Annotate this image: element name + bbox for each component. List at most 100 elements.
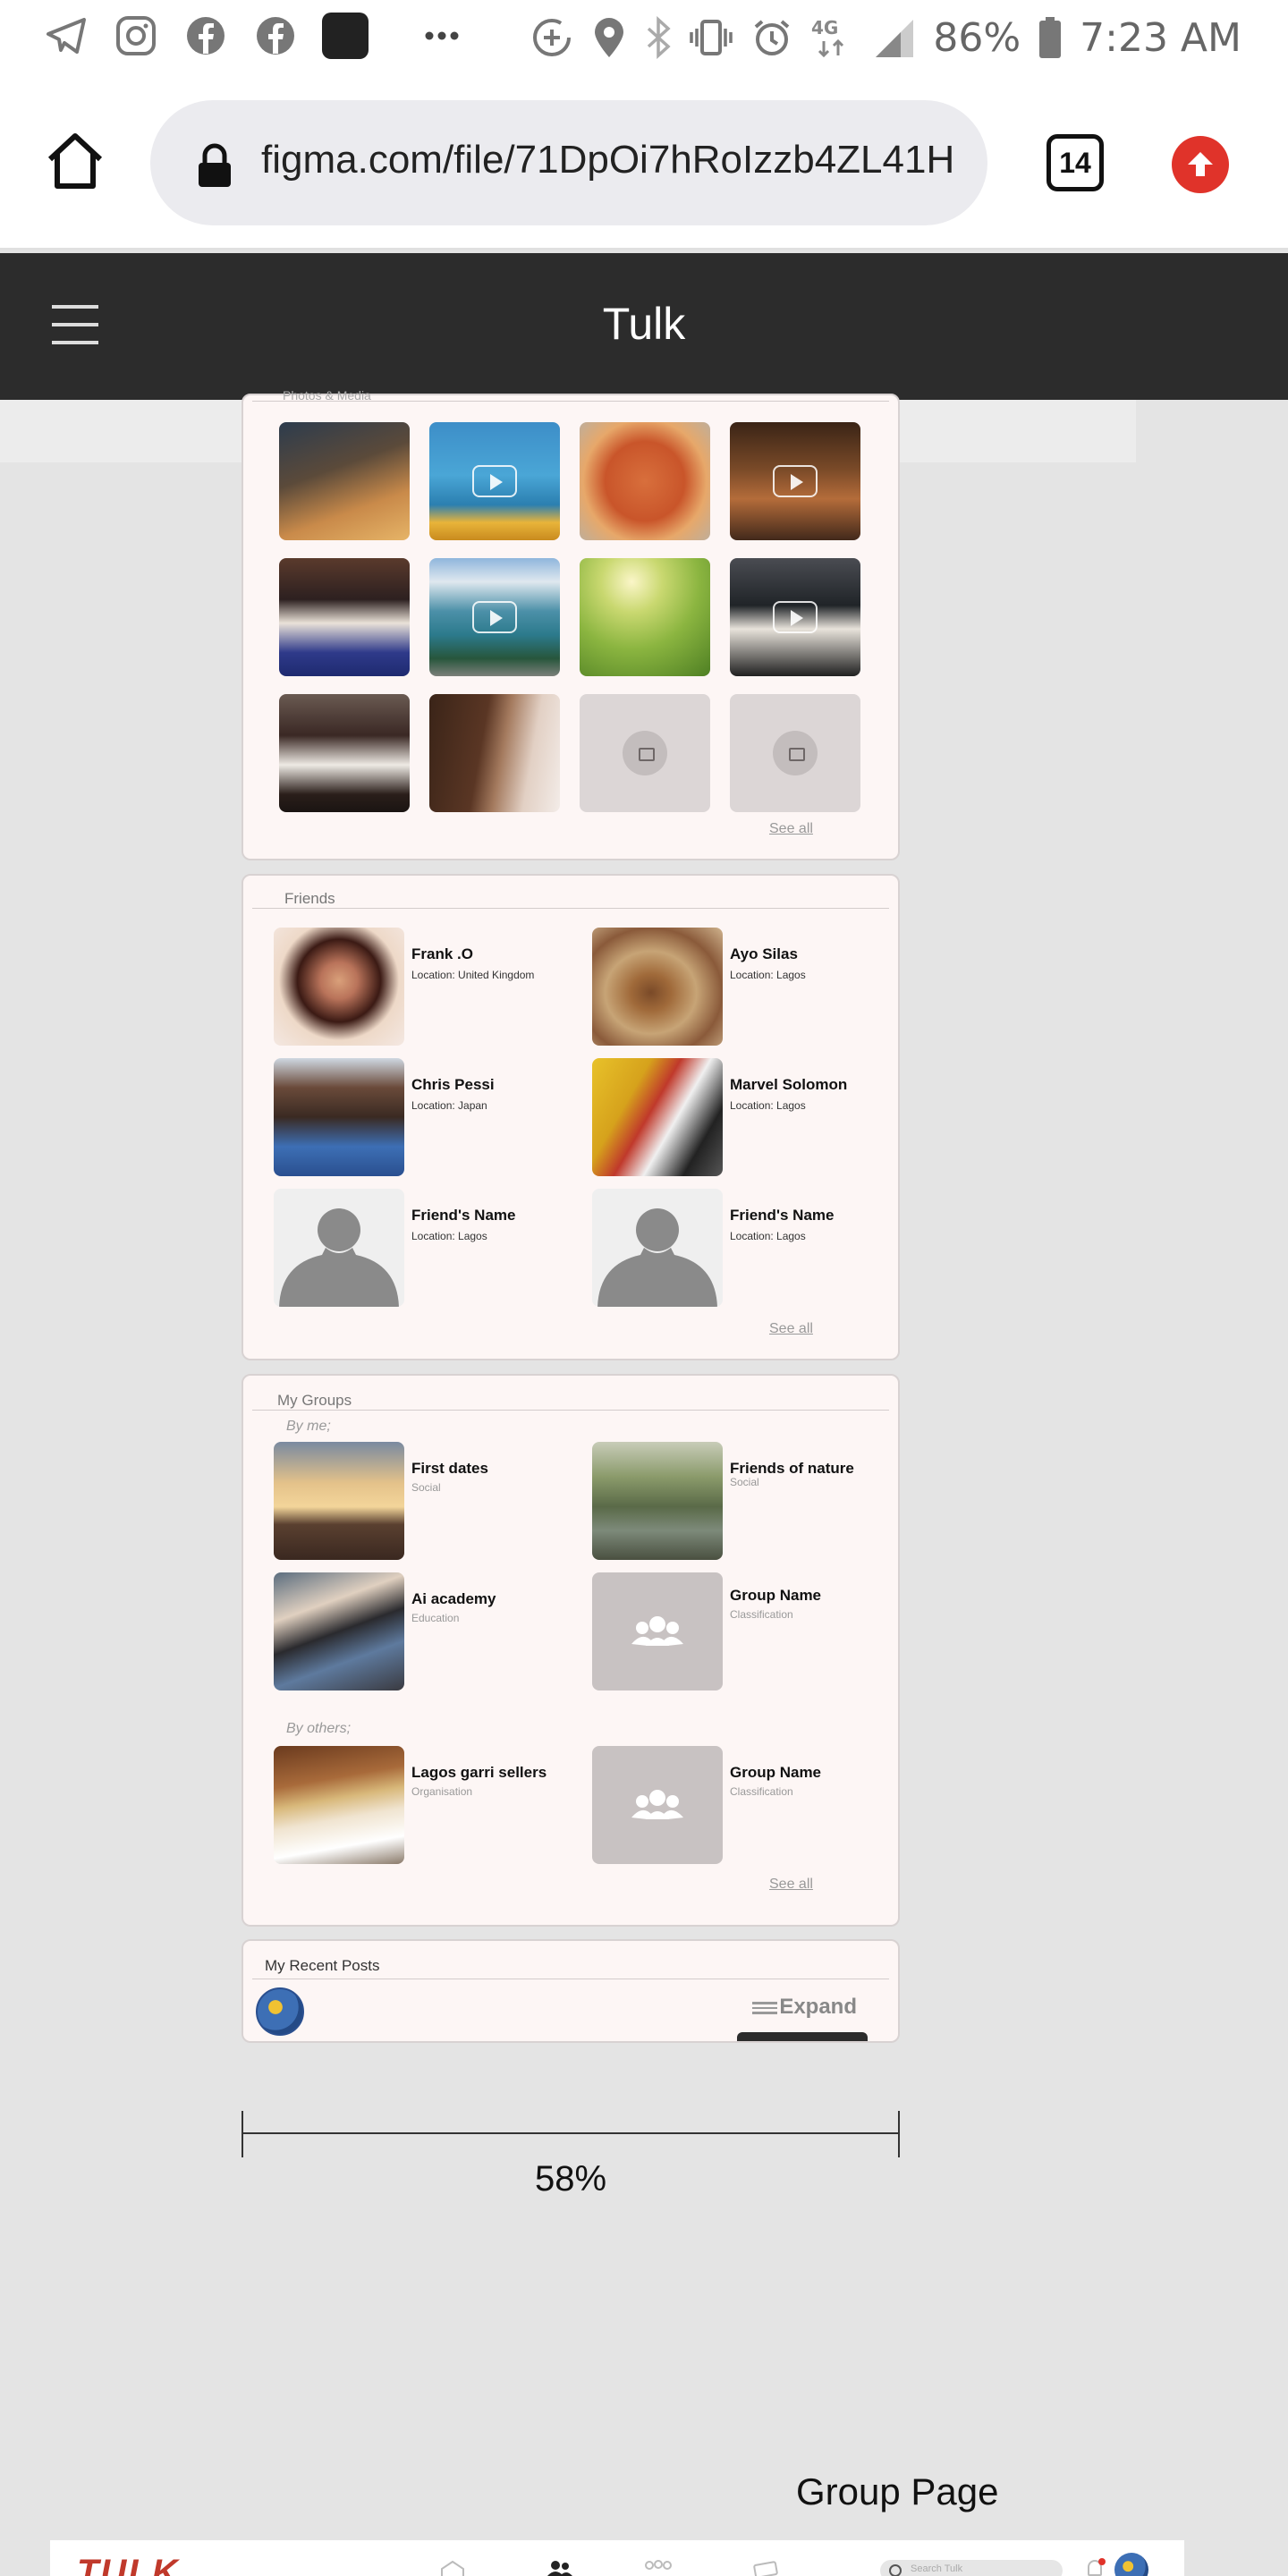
group-name[interactable]: Group Name: [730, 1587, 821, 1605]
photo-thumbnail[interactable]: [279, 694, 410, 812]
url-text: figma.com/file/71DpOi7hRoIzzb4ZL41H: [261, 138, 955, 182]
friends-section-title: Friends: [284, 890, 335, 907]
friend-name[interactable]: Friend's Name: [730, 1207, 834, 1224]
photo-thumbnail[interactable]: [429, 694, 560, 812]
frame-width-measure: [242, 2111, 900, 2157]
friend-avatar-placeholder[interactable]: [274, 1189, 404, 1307]
vibrate-icon: [690, 20, 733, 55]
video-thumbnail[interactable]: [429, 422, 560, 540]
media-placeholder[interactable]: [580, 694, 710, 812]
url-bar[interactable]: figma.com/file/71DpOi7hRoIzzb4ZL41H: [150, 100, 987, 225]
group-name[interactable]: Friends of nature: [730, 1460, 854, 1478]
friend-avatar[interactable]: [274, 1058, 404, 1176]
avatar[interactable]: [256, 1987, 304, 2036]
photos-see-all-link[interactable]: See all: [769, 821, 813, 837]
home-nav-icon: [441, 2560, 464, 2576]
play-icon: [773, 601, 818, 633]
posts-nav-icon: [753, 2561, 778, 2576]
browser-toolbar: figma.com/file/71DpOi7hRoIzzb4ZL41H 14: [0, 79, 1288, 250]
friend-avatar[interactable]: [592, 1058, 723, 1176]
frame-label[interactable]: Group Page: [796, 2470, 999, 2513]
tabs-button[interactable]: 14: [1046, 134, 1104, 191]
video-thumbnail[interactable]: [730, 422, 860, 540]
alarm-icon: [755, 20, 790, 55]
video-thumbnail[interactable]: [730, 558, 860, 676]
friend-location: Location: Lagos: [730, 1099, 806, 1112]
group-icon: [631, 1616, 683, 1646]
facebook-icon: [252, 13, 299, 59]
zoom-level: 58%: [534, 2159, 607, 2199]
facebook-icon: [182, 13, 229, 59]
update-button[interactable]: [1172, 136, 1229, 193]
user-silhouette-icon: [597, 1208, 717, 1307]
friend-name[interactable]: Chris Pessi: [411, 1076, 495, 1094]
friend-name[interactable]: Ayo Silas: [730, 945, 798, 963]
tulk-logo: TULK: [77, 2553, 180, 2576]
friend-name[interactable]: Frank .O: [411, 945, 473, 963]
instagram-icon: [113, 13, 159, 59]
image-placeholder-icon: [773, 731, 818, 775]
friend-avatar[interactable]: [592, 928, 723, 1046]
group-page-frame-preview[interactable]: TULK Search Tulk: [50, 2540, 1184, 2576]
friend-avatar[interactable]: [274, 928, 404, 1046]
friend-location: Location: Lagos: [730, 1230, 806, 1242]
photos-media-card: Photos & Media See all: [242, 388, 900, 860]
group-name[interactable]: First dates: [411, 1460, 488, 1478]
media-placeholder[interactable]: [730, 694, 860, 812]
friend-location: Location: United Kingdom: [411, 969, 535, 981]
user-silhouette-icon: [279, 1208, 399, 1307]
recent-posts-title: My Recent Posts: [265, 1957, 380, 1974]
signal-icon: [876, 20, 914, 57]
play-icon: [773, 465, 818, 497]
photo-thumbnail[interactable]: [279, 422, 410, 540]
groups-card: My Groups By me; First dates Social Frie…: [242, 1374, 900, 1927]
group-classification: Social: [730, 1476, 759, 1488]
photo-thumbnail[interactable]: [580, 558, 710, 676]
bottom-search-placeholder: Search Tulk: [911, 2563, 963, 2574]
avatar[interactable]: [1114, 2553, 1148, 2576]
friends-card: Friends Frank .O Location: United Kingdo…: [242, 874, 900, 1360]
groups-see-all-link[interactable]: See all: [769, 1877, 813, 1893]
groups-nav-icon: [645, 2560, 672, 2570]
group-image[interactable]: [274, 1572, 404, 1690]
by-me-label: By me;: [286, 1419, 331, 1434]
app-title: Tulk: [602, 299, 686, 349]
arrow-up-icon: [1188, 152, 1213, 176]
group-image-placeholder[interactable]: [592, 1572, 723, 1690]
bluetooth-icon: [648, 16, 671, 59]
status-bar-system: 4G 86% 7:23 AM: [530, 13, 1241, 63]
group-classification: Organisation: [411, 1785, 473, 1798]
group-classification: Classification: [730, 1785, 793, 1798]
app-header: Tulk: [0, 253, 1288, 400]
friends-see-all-link[interactable]: See all: [769, 1321, 813, 1337]
photo-thumbnail[interactable]: [580, 422, 710, 540]
telegram-icon: [43, 13, 89, 59]
friend-avatar-placeholder[interactable]: [592, 1189, 723, 1307]
group-image[interactable]: [274, 1442, 404, 1560]
floating-bar: [737, 2032, 868, 2041]
group-name[interactable]: Group Name: [730, 1764, 821, 1782]
network-4g-icon: 4G: [811, 17, 844, 58]
friend-location: Location: Lagos: [730, 969, 806, 981]
video-thumbnail[interactable]: [429, 558, 560, 676]
group-name[interactable]: Ai academy: [411, 1590, 496, 1608]
home-icon: [47, 133, 103, 189]
friend-name[interactable]: Friend's Name: [411, 1207, 515, 1224]
group-icon: [631, 1790, 683, 1819]
lock-icon: [199, 143, 231, 187]
group-name[interactable]: Lagos garri sellers: [411, 1764, 547, 1782]
expand-button[interactable]: Expand: [752, 1995, 857, 2020]
bottom-search-input[interactable]: Search Tulk: [880, 2560, 1063, 2576]
friend-location: Location: Japan: [411, 1099, 487, 1112]
home-button[interactable]: [43, 129, 107, 193]
friend-name[interactable]: Marvel Solomon: [730, 1076, 847, 1094]
group-image[interactable]: [274, 1746, 404, 1864]
svg-text:4G: 4G: [811, 17, 838, 38]
notification-icon[interactable]: [1088, 2558, 1106, 2576]
photo-thumbnail[interactable]: [279, 558, 410, 676]
location-icon: [595, 18, 624, 57]
group-image[interactable]: [592, 1442, 723, 1560]
data-saver-icon: [533, 19, 572, 56]
group-image-placeholder[interactable]: [592, 1746, 723, 1864]
status-bar-notifications: [43, 13, 465, 59]
